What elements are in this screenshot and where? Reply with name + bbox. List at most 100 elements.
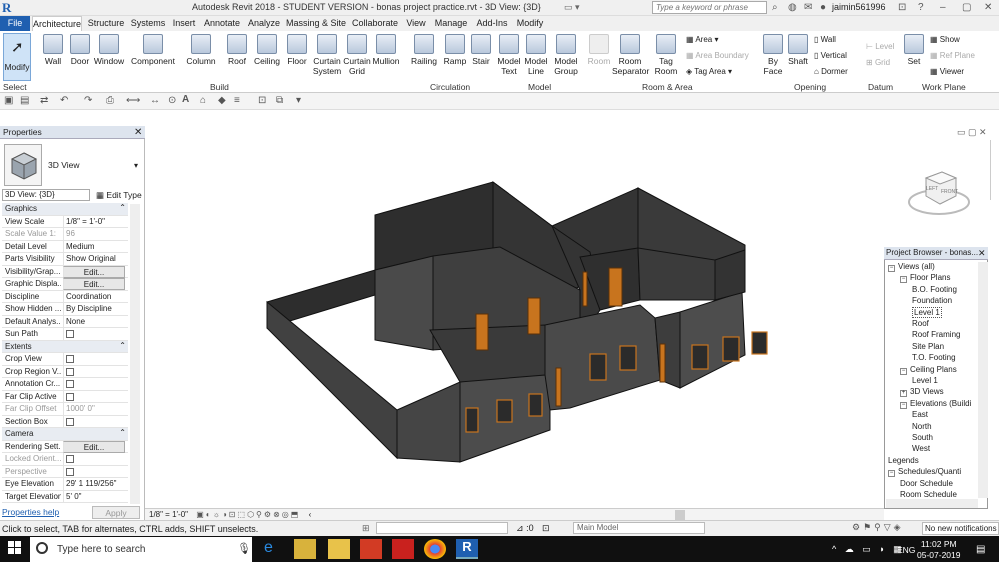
model-group-button[interactable]: Model Group xyxy=(552,34,580,76)
section-icon[interactable]: ◆ xyxy=(218,95,226,106)
file-explorer-icon[interactable] xyxy=(328,539,350,559)
checkbox-icon[interactable] xyxy=(66,392,74,401)
language-indicator[interactable]: ENG xyxy=(897,545,915,555)
tab-modify[interactable]: Modify xyxy=(514,16,546,31)
browser-item[interactable]: Room Schedule xyxy=(900,490,957,498)
property-row[interactable]: Parts Visibility Show Original xyxy=(2,253,128,266)
print-icon[interactable]: ⎙ xyxy=(106,95,114,106)
redo-icon[interactable]: ↷ xyxy=(84,95,92,106)
property-section[interactable]: Camera ⌃ xyxy=(2,428,128,441)
property-row[interactable]: Eye Elevation 29' 1 119/256" xyxy=(2,478,128,491)
browser-item[interactable]: Roof Framing xyxy=(912,330,960,339)
tag-icon[interactable]: ⊙ xyxy=(168,95,176,106)
browser-item[interactable]: − Schedules/Quanti xyxy=(888,467,961,478)
browser-item[interactable]: Roof xyxy=(912,319,929,328)
tab-manage[interactable]: Manage xyxy=(432,16,470,31)
checkbox-icon[interactable] xyxy=(66,355,74,363)
property-value[interactable]: None xyxy=(63,315,125,328)
chevron-down-icon[interactable]: ▾ xyxy=(134,161,138,170)
browser-item[interactable]: Site Plan xyxy=(912,342,944,351)
property-section[interactable]: Graphics ⌃ xyxy=(2,203,128,216)
binoculars-icon[interactable]: ⌕ xyxy=(772,2,778,13)
view-scale[interactable]: 1/8" = 1'-0" xyxy=(149,510,188,519)
tab-view[interactable]: View xyxy=(404,16,428,31)
set-workplane-button[interactable]: Set xyxy=(902,34,926,66)
close-icon[interactable]: ✕ xyxy=(978,248,986,259)
property-value[interactable]: 1000' 0" xyxy=(63,403,125,415)
workset-select[interactable] xyxy=(376,522,508,534)
viewcube-front-label[interactable]: FRONT xyxy=(941,189,958,195)
tab-massing-site[interactable]: Massing & Site xyxy=(286,16,346,31)
3d-view-canvas[interactable] xyxy=(145,126,999,508)
browser-item[interactable]: B.O. Footing xyxy=(912,285,957,294)
text-icon[interactable]: A xyxy=(182,94,189,105)
type-selector[interactable]: 3D View xyxy=(48,160,80,170)
browser-item[interactable]: West xyxy=(912,444,930,453)
minimize-icon[interactable]: – xyxy=(940,2,946,13)
property-row[interactable]: Annotation Cr... xyxy=(2,378,128,391)
show-workplane-button[interactable]: ▦ Show xyxy=(930,35,960,44)
view-hscroll-thumb[interactable] xyxy=(675,510,685,520)
roof-button[interactable]: Roof xyxy=(224,34,250,66)
cart-icon[interactable]: ⊡ xyxy=(898,2,906,13)
expand-toggle-icon[interactable]: − xyxy=(900,401,907,409)
property-row[interactable]: Section Box xyxy=(2,415,128,428)
viewcube[interactable]: LEFT FRONT xyxy=(904,160,974,220)
curtain-grid-button[interactable]: Curtain Grid xyxy=(342,34,372,76)
communication-icon[interactable]: ✉ xyxy=(804,2,812,13)
subscription-icon[interactable]: ◍ xyxy=(788,2,797,13)
property-row[interactable]: Graphic Displa... Edit... xyxy=(2,278,128,291)
design-options-icon[interactable]: ⊡ xyxy=(542,523,550,534)
property-checkbox[interactable] xyxy=(63,353,125,365)
expand-toggle-icon[interactable]: − xyxy=(888,470,895,478)
tab-file[interactable]: File xyxy=(0,16,30,31)
window-button[interactable]: Window xyxy=(93,34,125,66)
browser-item[interactable]: +3D Views xyxy=(900,387,944,398)
grid-button[interactable]: ⊞ Grid xyxy=(866,58,890,67)
component-button[interactable]: Component xyxy=(130,34,176,66)
property-checkbox[interactable] xyxy=(63,465,125,478)
design-option-select[interactable]: Main Model xyxy=(573,522,705,534)
panel-select-label[interactable]: Select xyxy=(3,82,27,92)
thin-lines-icon[interactable]: ≡ xyxy=(234,95,240,106)
wall-button[interactable]: Wall xyxy=(40,34,66,66)
browser-item[interactable]: − Elevations (Buildi xyxy=(900,399,971,409)
property-row[interactable]: Default Analys... None xyxy=(2,315,128,328)
browser-item[interactable]: Foundation xyxy=(912,296,952,305)
model-text-button[interactable]: Model Text xyxy=(496,34,522,76)
apply-button[interactable]: Apply xyxy=(92,506,140,519)
tab-insert[interactable]: Insert xyxy=(170,16,198,31)
checkbox-icon[interactable] xyxy=(66,455,74,463)
property-row[interactable]: Discipline Coordination xyxy=(2,290,128,303)
browser-item[interactable]: Level 1 xyxy=(912,376,938,385)
door-button[interactable]: Door xyxy=(67,34,93,66)
worksets-icon[interactable]: ⊞ xyxy=(362,523,370,534)
property-row[interactable]: Crop Region V... xyxy=(2,365,128,378)
edit-type-button[interactable]: ▦ Edit Type xyxy=(96,190,142,201)
view-window-controls[interactable]: ▭ ▢ ✕ xyxy=(957,127,987,138)
property-row[interactable]: View Scale 1/8" = 1'-0" xyxy=(2,215,128,228)
selection-filter-icons[interactable]: ⚙⚑⚲▽◈ xyxy=(852,522,904,533)
property-section[interactable]: Extents ⌃ xyxy=(2,340,128,353)
property-value[interactable]: By Discipline xyxy=(63,303,125,315)
browser-item[interactable]: North xyxy=(912,422,932,431)
office-icon[interactable] xyxy=(360,539,382,559)
tag-room-button[interactable]: Tag Room xyxy=(652,34,680,76)
ceiling-button[interactable]: Ceiling xyxy=(252,34,282,66)
room-button[interactable]: Room xyxy=(586,34,612,66)
dormer-button[interactable]: ⌂ Dormer xyxy=(814,67,848,76)
browser-item[interactable]: Level 1 xyxy=(912,306,942,318)
view-control-icons[interactable]: ▣◐☼◑⊡⬚⬡⚲⚙⊗◎⬒ xyxy=(196,510,300,519)
microphone-icon[interactable]: 🎙 xyxy=(237,542,251,555)
viewer-button[interactable]: ▦ Viewer xyxy=(930,67,964,76)
properties-scrollbar[interactable] xyxy=(130,204,140,504)
checkbox-icon[interactable] xyxy=(66,417,74,426)
floor-button[interactable]: Floor xyxy=(284,34,310,66)
property-row[interactable]: Rendering Sett... Edit... xyxy=(2,440,128,453)
user-name[interactable]: jaimin561996 xyxy=(832,2,886,12)
system-tray-icons[interactable]: ^ ☁ ▭ ◗ ▦ xyxy=(832,544,905,555)
property-checkbox[interactable] xyxy=(63,453,125,465)
property-value[interactable]: Show Original xyxy=(63,253,125,265)
taskbar-search[interactable]: Type here to search xyxy=(30,537,252,562)
browser-item[interactable]: − Floor Plans xyxy=(900,273,950,284)
